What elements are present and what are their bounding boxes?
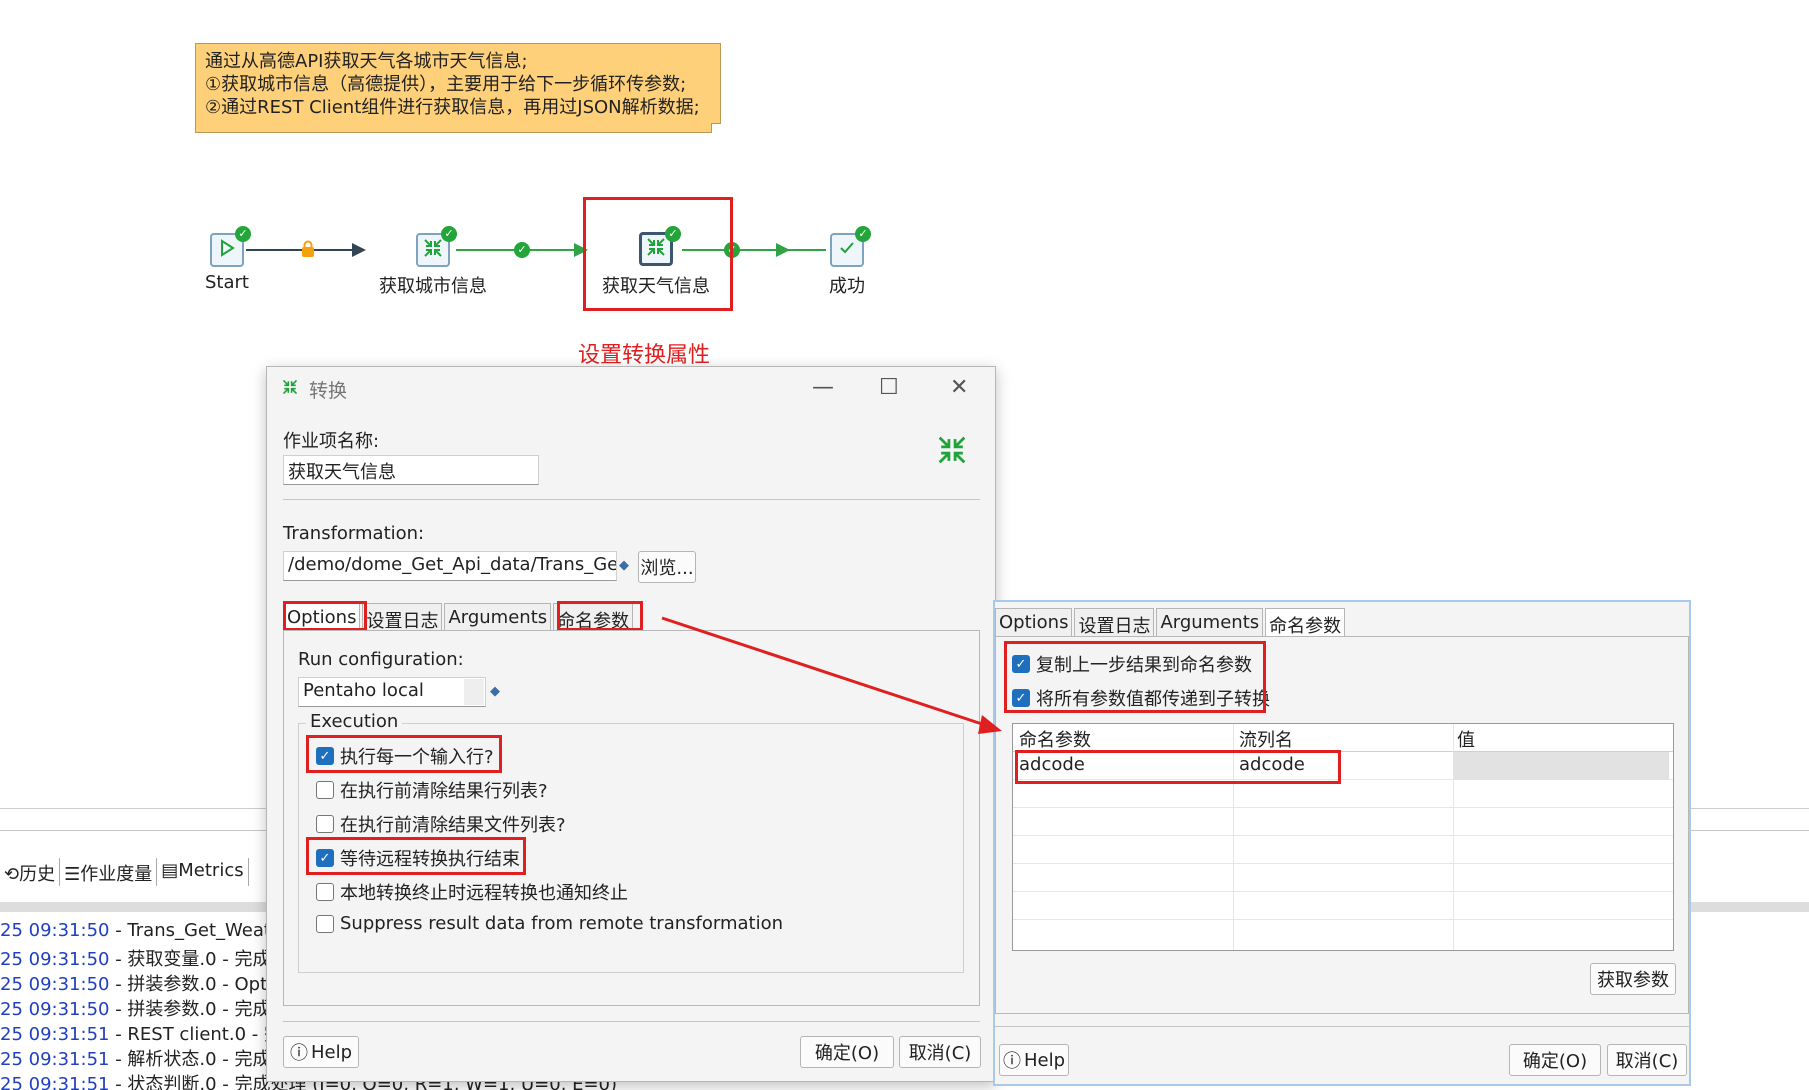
annotation-arrow (661, 616, 1002, 734)
